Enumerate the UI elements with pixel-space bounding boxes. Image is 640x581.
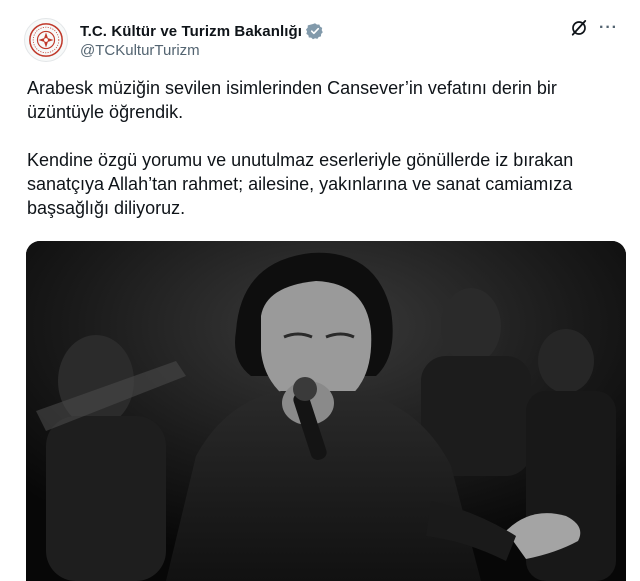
account-handle[interactable]: @TCKulturTurizm: [80, 42, 200, 59]
ministry-emblem-icon: [29, 23, 63, 57]
verified-badge-icon[interactable]: [306, 22, 324, 40]
display-name[interactable]: T.C. Kültür ve Turizm Bakanlığı: [80, 23, 302, 40]
tweet-photo[interactable]: [26, 241, 626, 581]
tweet-text: Arabesk müziğin sevilen isimlerinden Can…: [27, 78, 574, 218]
avatar[interactable]: [24, 18, 68, 62]
account-name-row: T.C. Kültür ve Turizm Bakanlığı: [80, 22, 324, 40]
grok-icon[interactable]: [569, 18, 589, 38]
more-options-icon[interactable]: ···: [599, 19, 618, 37]
tweet-actions: ···: [569, 18, 618, 38]
singer-photo-image: [26, 241, 626, 581]
tweet-card: T.C. Kültür ve Turizm Bakanlığı @TCKultu…: [0, 0, 640, 581]
